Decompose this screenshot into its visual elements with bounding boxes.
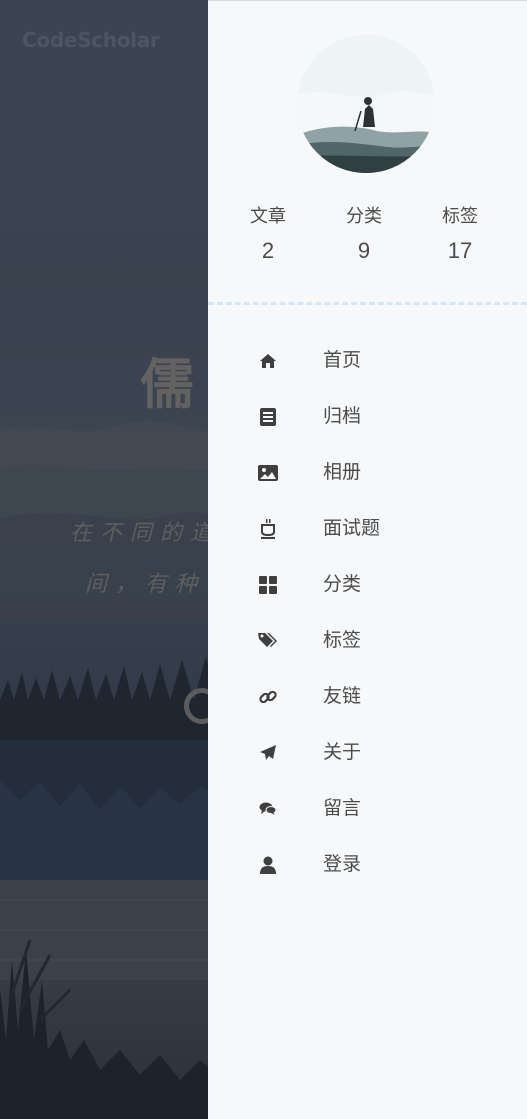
menu-item-archive[interactable]: 归档 [208, 389, 527, 445]
home-icon [258, 351, 278, 371]
user-icon [258, 855, 278, 875]
menu-item-label: 面试题 [323, 518, 381, 539]
menu-item-album[interactable]: 相册 [208, 445, 527, 501]
menu-item-label: 登录 [323, 854, 362, 875]
archive-icon [258, 407, 278, 427]
grid-icon [258, 575, 278, 595]
cup-icon [258, 519, 278, 539]
menu-item-label: 归档 [323, 406, 362, 427]
menu-item-label: 首页 [323, 350, 362, 371]
side-drawer: 文章 2 分类 9 标签 17 首页 归档 相册 面试题 分类 标签 友链 关于… [208, 0, 527, 1119]
menu-item-friend-links[interactable]: 友链 [208, 669, 527, 725]
menu-item-messages[interactable]: 留言 [208, 781, 527, 837]
site-brand[interactable]: CodeScholar [22, 28, 160, 52]
menu-item-label: 关于 [323, 742, 362, 763]
stat-label: 分类 [346, 206, 382, 226]
stat-articles[interactable]: 文章 2 [228, 201, 308, 271]
menu-item-tags[interactable]: 标签 [208, 613, 527, 669]
avatar [297, 35, 435, 173]
menu-item-home[interactable]: 首页 [208, 333, 527, 389]
stat-value: 17 [447, 238, 473, 263]
blog-stats: 文章 2 分类 9 标签 17 [208, 201, 527, 281]
menu-item-about[interactable]: 关于 [208, 725, 527, 781]
nav-menu: 首页 归档 相册 面试题 分类 标签 友链 关于 留言 登录 [208, 333, 527, 893]
menu-item-interview[interactable]: 面试题 [208, 501, 527, 557]
stat-label: 文章 [250, 206, 286, 226]
menu-item-categories[interactable]: 分类 [208, 557, 527, 613]
menu-item-label: 相册 [323, 462, 362, 483]
tags-icon [258, 631, 278, 651]
menu-item-label: 留言 [323, 798, 362, 819]
paper-plane-icon [258, 743, 278, 763]
stat-label: 标签 [442, 206, 478, 226]
comments-icon [258, 799, 278, 819]
link-icon [258, 687, 278, 707]
hero-subtitle-line: 在不同的道 [70, 521, 221, 546]
menu-item-label: 标签 [323, 630, 362, 651]
stat-value: 2 [261, 238, 275, 263]
menu-item-label: 友链 [323, 686, 362, 707]
hero-subtitle-line: 间，有种 [85, 572, 206, 597]
divider [208, 302, 527, 305]
hero-title: 儒 [140, 352, 194, 416]
stat-value: 9 [357, 238, 371, 263]
menu-item-label: 分类 [323, 574, 362, 595]
stat-categories[interactable]: 分类 9 [324, 201, 404, 271]
menu-item-login[interactable]: 登录 [208, 837, 527, 893]
image-icon [258, 463, 278, 483]
stat-tags[interactable]: 标签 17 [420, 201, 500, 271]
